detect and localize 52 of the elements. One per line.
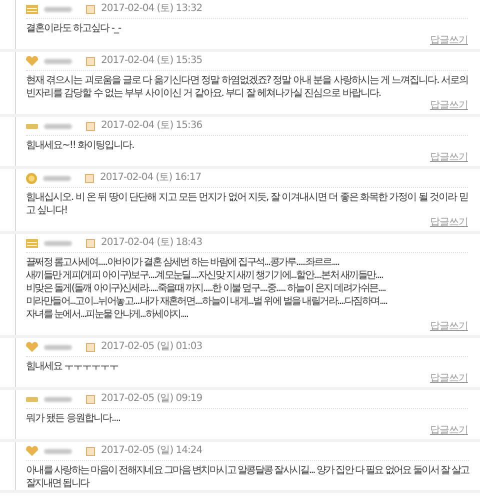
comment-text: 끌쩌정 롬고사세여.....아바이가 결혼 삼세번 하는 바람에 집구석...콩가루.....좌르르.... xyxy=(26,256,340,269)
author-badge-icon xyxy=(86,446,95,456)
comment-date: 2017-02-05 (일) 14:24 xyxy=(101,445,202,457)
comment-text: 결혼이라도 하고싶다 -_- xyxy=(26,22,122,35)
blurred-name-icon xyxy=(44,58,72,64)
comment-text: 힘내십시오. 비 온 뒤 땅이 단단해 지고 모든 먼지가 없어 지듯, 잘 이겨내시면 더 좋은 화목한 가정이 될 것이라 믿고 싶니다! xyxy=(26,191,468,217)
comment-date: 2017-02-04 (토) 13:32 xyxy=(101,3,202,15)
level-icon xyxy=(26,4,38,14)
comment-text: 비맞은 돌게(돌깨 아이구)신세라.....죽을때 까지.....한 이불 덮구....중..... 하늘이 온지 데려가쉬믄.... xyxy=(26,282,386,295)
comment-date: 2017-02-05 (일) 09:19 xyxy=(101,393,202,405)
comment-text: 힘내세요 ㅜㅜㅜㅜㅜㅜ xyxy=(26,360,120,373)
reply-link[interactable]: 답글쓰기 xyxy=(430,100,468,112)
blurred-name-icon xyxy=(44,240,72,246)
level-icon xyxy=(26,238,38,248)
comment-date: 2017-02-04 (토) 18:43 xyxy=(101,237,202,249)
author-badge-icon xyxy=(86,56,95,66)
reply-link[interactable]: 답글쓰기 xyxy=(430,217,468,229)
comment-text: 현재 겪으시는 괴로움을 글로 다 옮기신다면 정말 하염없겠죠? 정말 아내 분을 사랑하시는 게 느껴집니다. 서로의 빈자리를 감당할 수 없는 부부 사이이신 거 같아요. 부디 잘 헤쳐나가실 진심으로 바랍니다. xyxy=(26,74,468,100)
author-badge-icon xyxy=(86,238,95,248)
reply-link[interactable]: 답글쓰기 xyxy=(430,425,468,437)
comment-text: 새끼들만 게피(게피 아이구)보구....계모눈딜....자신맞 지 새끼 챙기기에...할안....본처 새끼들만.... xyxy=(26,269,384,282)
comment-date: 2017-02-05 (일) 01:03 xyxy=(101,341,202,353)
level-icon xyxy=(26,342,38,352)
comment-text: 미라만들어...고이...뉘어놓고....내가 재혼허면....하늘이 내게...벌 위에 벌을 내릴거라....다짐하며.... xyxy=(26,295,388,308)
comment-date: 2017-02-04 (토) 15:36 xyxy=(101,120,202,132)
blurred-name-icon xyxy=(44,344,72,350)
level-icon xyxy=(26,396,38,402)
level-icon xyxy=(26,56,38,66)
level-icon xyxy=(26,172,37,184)
reply-link[interactable]: 답글쓰기 xyxy=(430,35,468,47)
level-icon xyxy=(26,124,38,128)
comment-text: 자녀를 눈에서...피눈물 안나게...하세야지.... xyxy=(26,308,189,321)
comment-date: 2017-02-04 (토) 16:17 xyxy=(100,172,202,184)
author-badge-icon xyxy=(86,4,95,14)
reply-link[interactable]: 답글쓰기 xyxy=(430,373,468,385)
author-badge-icon xyxy=(86,394,95,404)
comment-date: 2017-02-04 (토) 15:35 xyxy=(101,55,202,67)
blurred-name-icon xyxy=(43,176,71,180)
comment-text: 아내를 사랑하는 마음이 전해지네요 그마음 변치마시고 알콩달콩 잘사시길... 양가 집안 다 필요 없어요 둘이서 잘 살고 xyxy=(26,464,469,477)
blurred-name-icon xyxy=(44,396,72,402)
reply-link[interactable]: 답글쓰기 xyxy=(430,152,468,164)
blurred-name-icon xyxy=(44,6,72,12)
blurred-name-icon xyxy=(44,448,72,454)
comment-text: 힘내세요~!! 화이팅입니다. xyxy=(26,139,135,152)
comment-text: 뭐가 됐든 응원합니다.... xyxy=(26,412,122,425)
author-badge-icon xyxy=(85,174,94,182)
blurred-name-icon xyxy=(44,124,72,128)
author-badge-icon xyxy=(86,342,95,352)
author-badge-icon xyxy=(86,122,95,130)
reply-link[interactable]: 답글쓰기 xyxy=(430,321,468,333)
comment-text: 잘지내면 됩니다 xyxy=(26,477,90,490)
level-icon xyxy=(26,446,38,456)
